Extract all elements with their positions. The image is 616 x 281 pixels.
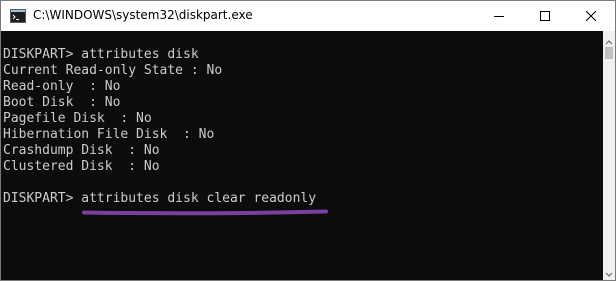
maximize-button[interactable] xyxy=(522,1,568,31)
maximize-icon xyxy=(540,11,550,21)
console-app-icon[interactable] xyxy=(10,8,26,24)
console-output[interactable]: DISKPART> attributes disk Current Read-o… xyxy=(1,31,603,280)
console-line: Current Read-only State : No xyxy=(3,63,223,78)
console-line: Pagefile Disk : No xyxy=(3,111,152,126)
console-line: Hibernation File Disk : No xyxy=(3,127,215,142)
diskpart-window: C:\WINDOWS\system32\diskpart.exe DISKPAR… xyxy=(0,0,616,281)
console-line: Read-only : No xyxy=(3,79,121,94)
scroll-up-arrow-icon[interactable] xyxy=(603,33,615,45)
scrollbar-thumb[interactable] xyxy=(605,47,613,59)
vertical-scrollbar[interactable] xyxy=(603,31,615,280)
console-line: Clustered Disk : No xyxy=(3,159,160,174)
minimize-icon xyxy=(494,16,504,17)
title-bar[interactable]: C:\WINDOWS\system32\diskpart.exe xyxy=(1,1,615,31)
console-line: Crashdump Disk : No xyxy=(3,143,160,158)
minimize-button[interactable] xyxy=(476,1,522,31)
window-title: C:\WINDOWS\system32\diskpart.exe xyxy=(33,8,253,22)
command-highlight-underline xyxy=(82,209,328,216)
close-button[interactable] xyxy=(568,1,614,31)
close-icon xyxy=(586,11,596,21)
scroll-down-arrow-icon[interactable] xyxy=(603,266,615,278)
console-line: Boot Disk : No xyxy=(3,95,121,110)
console-line: DISKPART> attributes disk xyxy=(3,47,199,62)
console-command-line: DISKPART> attributes disk clear readonly xyxy=(3,191,317,206)
